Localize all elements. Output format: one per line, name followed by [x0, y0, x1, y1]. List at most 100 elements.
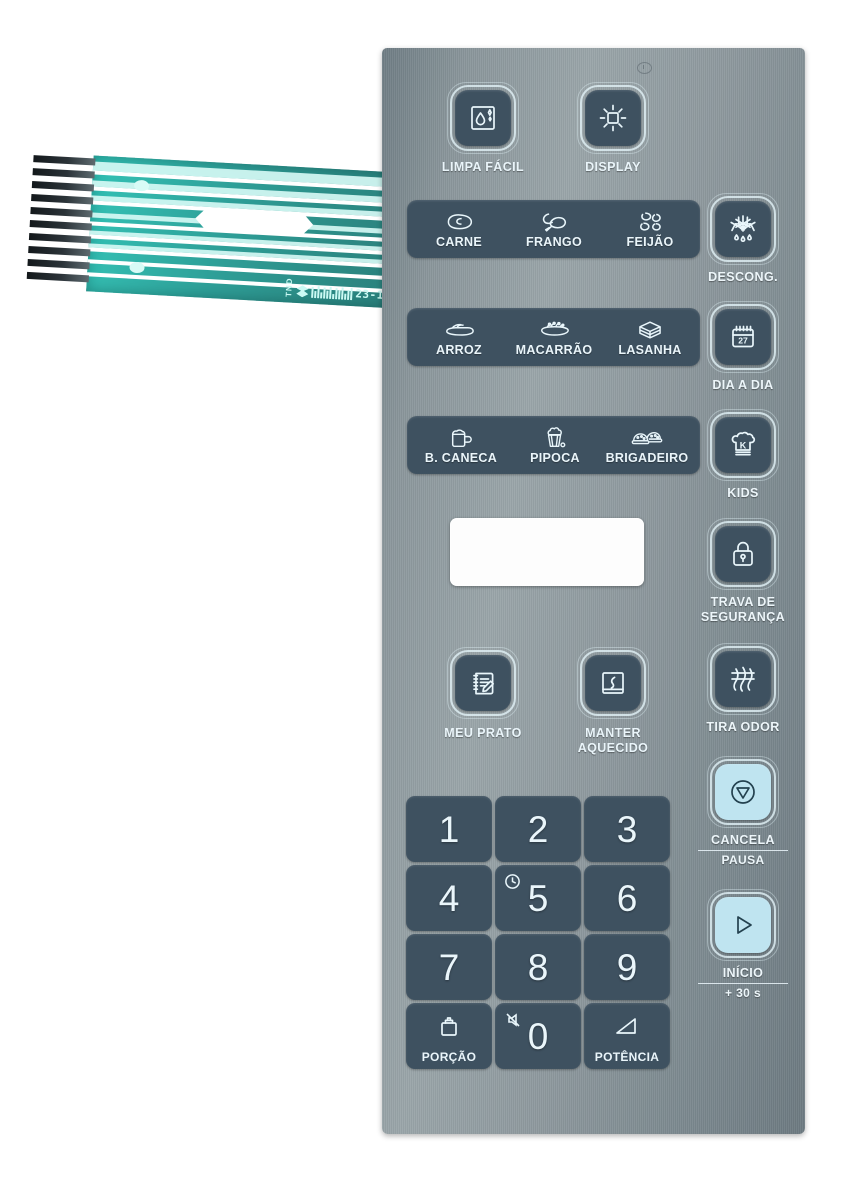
porcao-label: PORÇÃO: [421, 1050, 477, 1064]
key-2-digit: 2: [527, 808, 549, 850]
kids-button[interactable]: K: [707, 409, 779, 481]
pipoca-label: PIPOCA: [530, 451, 580, 465]
key-8-digit: 8: [527, 946, 549, 988]
snowflake-defrost-icon: [715, 201, 771, 257]
svg-text:27: 27: [738, 336, 748, 346]
key-4[interactable]: 4: [406, 865, 492, 931]
padlock-icon: [715, 526, 771, 582]
staples-row-bar[interactable]: ARROZ MACARRÃO LASANHA: [407, 308, 700, 366]
lasanha-button[interactable]: LASANHA: [605, 308, 695, 366]
inicio-label: INÍCIO: [722, 966, 764, 980]
cancela-label: CANCELA: [711, 833, 775, 847]
key-5-digit: 5: [527, 877, 549, 919]
bolo-caneca-button[interactable]: B. CANECA: [413, 416, 509, 474]
keep-warm-icon: [585, 655, 641, 711]
portion-container-icon: [436, 1014, 462, 1045]
manter-aquecido-button[interactable]: [577, 647, 649, 719]
inicio-label-group: INÍCIO + 30 s: [691, 966, 795, 1000]
brigadeiro-icon: [631, 425, 663, 450]
mute-bell-icon: [504, 1011, 521, 1028]
ribbon-body: TND 23-15: [86, 155, 404, 309]
display-window: [450, 518, 644, 586]
key-4-digit: 4: [438, 877, 460, 919]
lasanha-label: LASANHA: [618, 343, 682, 357]
treats-row-bar[interactable]: B. CANECA PIPOCA BRIGADEIRO: [407, 416, 700, 474]
key-9[interactable]: 9: [584, 934, 670, 1000]
display-button[interactable]: [577, 82, 649, 154]
inicio-button[interactable]: [707, 889, 779, 961]
control-panel-membrane: LIMPA FÁCIL DISPLAY CARNE FRANGO FEIJÃO …: [382, 48, 805, 1134]
beans-icon: [636, 209, 665, 234]
triangle-down-icon: [715, 764, 771, 820]
chicken-leg-icon: [539, 209, 569, 234]
display-label: DISPLAY: [585, 160, 641, 174]
kids-label: KIDS: [727, 486, 759, 500]
macarrao-button[interactable]: MACARRÃO: [505, 308, 603, 366]
trava-seguranca-button[interactable]: [707, 518, 779, 590]
frango-button[interactable]: FRANGO: [505, 200, 603, 258]
arroz-label: ARROZ: [436, 343, 482, 357]
pasta-bowl-icon: [539, 317, 570, 342]
key-5[interactable]: 5: [495, 865, 581, 931]
key-6-digit: 6: [616, 877, 638, 919]
cancela-pausa-label-group: CANCELA PAUSA: [691, 833, 795, 867]
steak-icon: [444, 209, 474, 234]
display-brightness-icon: [585, 90, 641, 146]
dia-a-dia-button[interactable]: 27: [707, 301, 779, 373]
meu-prato-label: MEU PRATO: [444, 726, 522, 740]
brigadeiro-label: BRIGADEIRO: [605, 451, 689, 465]
carne-label: CARNE: [436, 235, 482, 249]
carne-button[interactable]: CARNE: [415, 200, 503, 258]
key-8[interactable]: 8: [495, 934, 581, 1000]
mais-30s-label: + 30 s: [724, 985, 762, 1000]
descongelar-button[interactable]: [707, 193, 779, 265]
key-1-digit: 1: [438, 808, 460, 850]
macarrao-label: MACARRÃO: [515, 343, 593, 357]
lasagna-icon: [636, 317, 664, 342]
key-7-digit: 7: [438, 946, 460, 988]
key-7[interactable]: 7: [406, 934, 492, 1000]
frango-label: FRANGO: [526, 235, 582, 249]
key-0[interactable]: 0: [495, 1003, 581, 1069]
label-divider: [698, 982, 788, 984]
ribbon-markings: TND 23-15: [284, 277, 392, 302]
limpa-facil-button[interactable]: [447, 82, 519, 154]
notepad-pencil-icon: [455, 655, 511, 711]
key-3[interactable]: 3: [584, 796, 670, 862]
porcao-button[interactable]: PORÇÃO: [406, 1003, 492, 1069]
power-level-icon: [613, 1015, 641, 1044]
play-triangle-icon: [715, 897, 771, 953]
key-1[interactable]: 1: [406, 796, 492, 862]
tira-odor-button[interactable]: [707, 643, 779, 715]
pausa-label: PAUSA: [721, 852, 765, 867]
cancela-pausa-button[interactable]: [707, 756, 779, 828]
meu-prato-button[interactable]: [447, 647, 519, 719]
rice-icon: [444, 317, 475, 342]
label-divider: [698, 849, 788, 851]
registration-mark-icon: [637, 62, 652, 74]
calendar-27-icon: 27: [715, 309, 771, 365]
water-drop-sparkle-icon: [455, 90, 511, 146]
tira-odor-label: TIRA ODOR: [706, 720, 780, 734]
arroz-button[interactable]: ARROZ: [415, 308, 503, 366]
brigadeiro-button[interactable]: BRIGADEIRO: [597, 416, 697, 474]
limpa-facil-label: LIMPA FÁCIL: [441, 160, 525, 174]
pipoca-button[interactable]: PIPOCA: [511, 416, 599, 474]
mug-cake-icon: [448, 425, 474, 450]
key-6[interactable]: 6: [584, 865, 670, 931]
meat-row-bar[interactable]: CARNE FRANGO FEIJÃO: [407, 200, 700, 258]
potencia-button[interactable]: POTÊNCIA: [584, 1003, 670, 1069]
chef-hat-k-icon: K: [715, 417, 771, 473]
flex-ribbon-cable: TND 23-15: [26, 152, 404, 309]
key-9-digit: 9: [616, 946, 638, 988]
odor-waves-icon: [715, 651, 771, 707]
key-3-digit: 3: [616, 808, 638, 850]
feijao-button[interactable]: FEIJÃO: [605, 200, 695, 258]
potencia-label: POTÊNCIA: [594, 1050, 660, 1064]
popcorn-icon: [543, 425, 567, 450]
ribbon-brand-text: TND: [284, 276, 295, 297]
manter-aquecido-label: MANTER AQUECIDO: [577, 726, 649, 755]
svg-text:K: K: [740, 441, 747, 451]
key-2[interactable]: 2: [495, 796, 581, 862]
feijao-label: FEIJÃO: [626, 235, 674, 249]
